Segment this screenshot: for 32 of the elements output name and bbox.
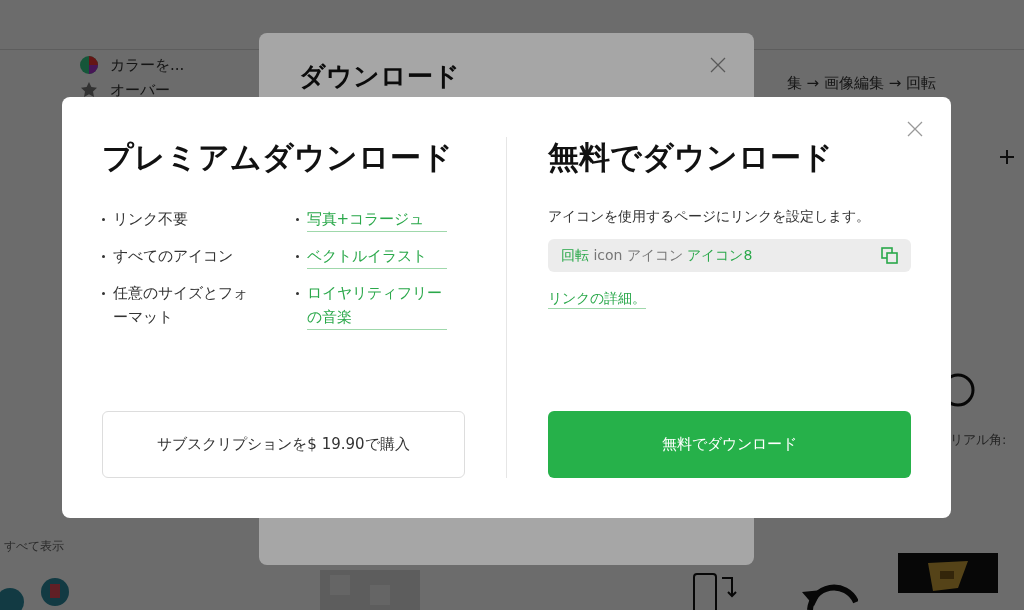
bullet-icon	[102, 292, 105, 295]
free-title: 無料でダウンロード	[548, 138, 834, 177]
link-details[interactable]: リンクの詳細。	[548, 290, 646, 309]
free-download-button[interactable]: 無料でダウンロード	[548, 411, 911, 478]
sidebar-item[interactable]: カラーを...	[110, 54, 185, 77]
attribution-field[interactable]: 回転 icon アイコン アイコン8	[548, 239, 911, 272]
phone-icon	[692, 572, 740, 610]
feature-link[interactable]: ロイヤリティフリーの音楽	[306, 281, 447, 330]
feature-link[interactable]: ベクトルイラスト	[306, 244, 447, 269]
feature-text: 任意のサイズとフォーマット	[113, 283, 249, 328]
bullet-icon	[295, 218, 299, 221]
color-wheel-icon	[80, 56, 98, 75]
bullet-icon	[102, 218, 105, 221]
close-icon[interactable]	[907, 121, 923, 137]
bullet-icon	[295, 255, 299, 258]
sidebar-item[interactable]: オーバー	[110, 78, 170, 101]
close-icon[interactable]	[710, 57, 726, 73]
breadcrumb: 集 → 画像編集 → 回転	[786, 73, 936, 94]
back-dialog-title: ダウンロード	[299, 60, 460, 93]
plus-icon[interactable]	[1000, 150, 1014, 164]
side-label: リアル角:	[950, 431, 1007, 449]
feature-link[interactable]: 写真+コラージュ	[306, 207, 447, 232]
copy-icon[interactable]	[881, 247, 898, 264]
bullet-icon	[295, 292, 299, 295]
feature-text: すべてのアイコン	[113, 246, 234, 267]
show-all-link[interactable]: すべて表示	[4, 537, 64, 555]
star-icon	[80, 80, 98, 99]
premium-title: プレミアムダウンロード	[102, 138, 454, 177]
free-description: アイコンを使用するページにリンクを設定します。	[548, 207, 871, 226]
feature-text: リンク不要	[113, 209, 189, 230]
subscribe-button[interactable]: サブスクリプションを$ 19.90で購入	[102, 411, 465, 478]
bullet-icon	[102, 255, 105, 258]
